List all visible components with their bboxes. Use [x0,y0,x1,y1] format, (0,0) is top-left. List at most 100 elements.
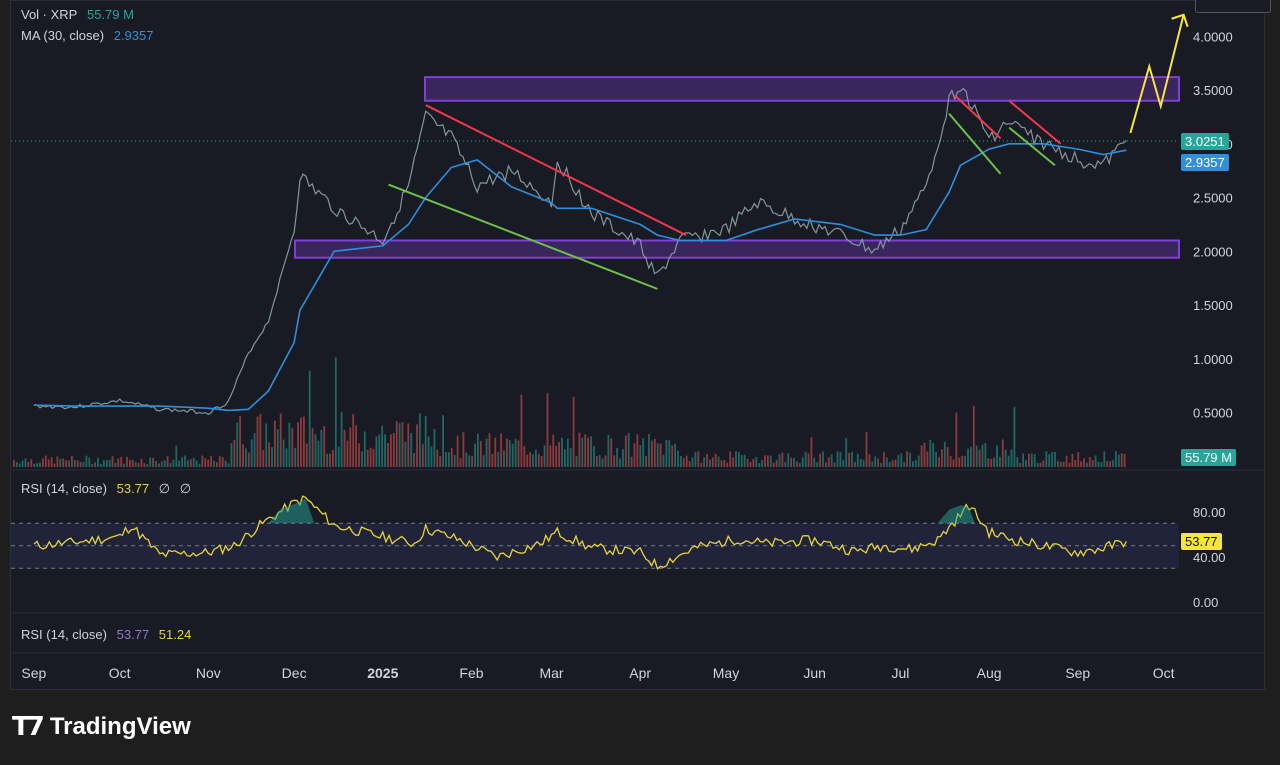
volume-bar [494,437,497,467]
volume-bar [740,454,743,467]
volume-bar [990,458,993,467]
volume-bar [659,443,662,467]
volume-bar [369,447,372,467]
volume-bar [790,457,792,467]
volume-bar [97,457,99,467]
volume-bar [856,453,859,467]
volume-bar [532,454,534,467]
volume-bar [984,443,987,467]
volume-bar [346,440,349,467]
volume-bar [662,454,665,467]
volume-bar [352,414,355,467]
volume-bar [598,455,601,467]
volume-bar [587,437,589,467]
price-axis-tick-label: 3.5000 [1193,83,1233,98]
volume-bar [47,459,50,467]
volume-bar [76,460,79,467]
volume-bar [94,462,96,467]
volume-bar [546,393,549,467]
volume-bar [210,455,212,467]
volume-legend-label: Vol · XRP [21,7,78,22]
volume-bar [1057,460,1059,467]
volume-bar [671,445,674,467]
volume-bar [1071,453,1074,467]
volume-bar [645,456,647,467]
volume-bar [44,455,47,467]
volume-bar [108,460,111,467]
volume-bar [375,436,378,467]
volume-bar [297,422,299,467]
volume-bar [732,457,734,467]
rsi-legend: RSI (14, close) 53.77 ∅ ∅ [21,481,197,497]
volume-bar [1022,453,1024,467]
volume-bar [398,423,401,467]
price-axis-tick-label: 2.0000 [1193,244,1233,259]
volume-bar [1086,462,1088,467]
volume-bar [926,451,929,467]
volume-bar [1120,453,1123,467]
chart-canvas[interactable]: 4.00003.50003.00002.50002.00001.50001.00… [11,1,1266,691]
volume-bar [961,455,964,467]
volume-bar [1016,457,1019,467]
volume-bar [13,459,15,467]
volume-bar [1042,460,1045,467]
volume-bar [584,434,587,467]
time-axis-tick-label: Jun [803,665,826,681]
volume-bar [137,462,140,467]
volume-bar [726,462,729,467]
volume-bar [549,445,552,467]
volume-bar [651,440,653,467]
volume-bar [88,457,91,467]
rsi2-legend-value-1: 53.77 [116,627,150,642]
volume-bar [1106,460,1109,467]
volume-bar [85,455,88,467]
volume-bar [291,428,294,467]
volume-bar [540,456,543,467]
volume-bar [970,447,972,467]
volume-bar [129,459,131,467]
volume-bar [1051,451,1053,467]
volume-bar [558,441,560,467]
support-zone [294,239,1180,259]
volume-bar [967,448,969,467]
volume-bar [268,442,270,467]
volume-bar [1115,451,1117,467]
volume-bar [198,463,201,467]
volume-bar [305,443,308,467]
rsi-axis-tick-label: 80.00 [1193,505,1226,520]
volume-bar [677,450,679,467]
volume-bar [424,415,427,467]
volume-bar [361,451,363,467]
volume-bar [230,443,233,467]
volume-bar [854,461,856,467]
volume-bar [407,423,410,467]
volume-bar [326,453,328,467]
volume-bar [633,443,636,467]
volume-bar [314,434,317,467]
volume-bar [941,449,943,467]
volume-bar [419,413,421,467]
time-axis-tick-label: Feb [459,665,483,681]
tradingview-logo-icon: T7 [12,712,45,742]
scale-toggle-box[interactable] [1195,0,1271,13]
volume-bar [218,456,221,467]
volume-bar [1097,461,1100,467]
volume-bar [488,433,491,467]
rsi2-legend-label: RSI (14, close) [21,627,107,642]
volume-bar [723,460,726,467]
ma-legend-label: MA (30, close) [21,28,105,43]
volume-bar [236,422,239,467]
volume-bar [822,451,824,467]
volume-bar [616,448,618,467]
volume-bar [123,463,125,467]
volume-bar [906,451,908,467]
volume-bar [149,457,152,467]
volume-bar [758,463,761,467]
volume-bar [436,449,439,467]
volume-bar [485,438,488,467]
volume-bar [810,437,813,467]
volume-bar [517,440,520,467]
volume-bar [685,455,688,467]
volume-bar [1062,461,1065,467]
volume-bar [1068,462,1071,467]
